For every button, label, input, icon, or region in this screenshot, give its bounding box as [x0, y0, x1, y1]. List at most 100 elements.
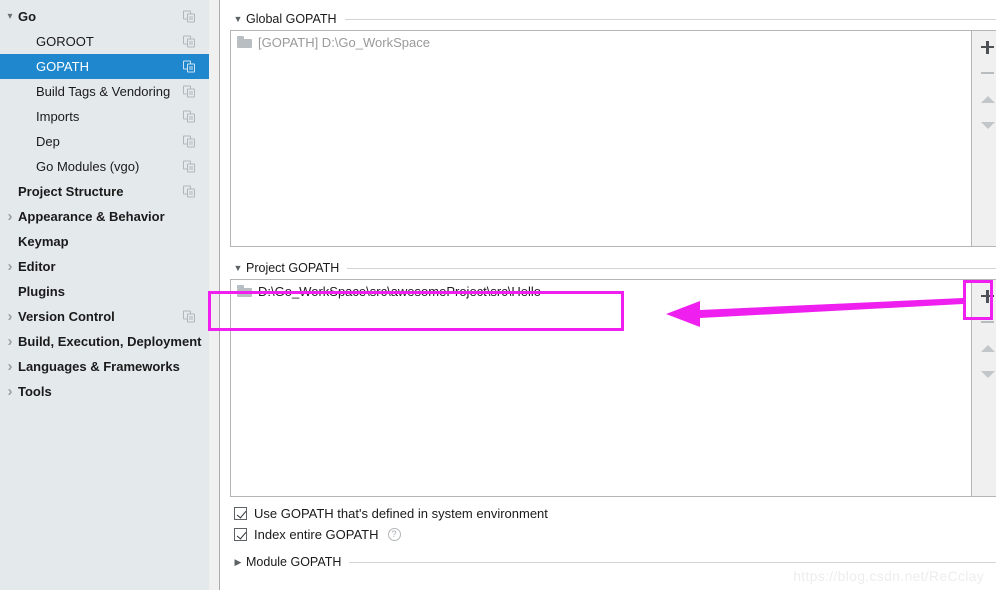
sidebar-item-languages-frameworks[interactable]: › Languages & Frameworks	[0, 354, 209, 379]
chevron-right-icon[interactable]: ›	[2, 384, 18, 399]
sidebar-item-version-control[interactable]: › Version Control	[0, 304, 209, 329]
global-move-down-button[interactable]	[974, 112, 996, 138]
gopath-entry-text: D:\Go_WorkSpace\src\awesomeProject\src\H…	[258, 283, 541, 299]
sidebar-item-gopath[interactable]: GOPATH	[0, 54, 209, 79]
copy-settings-icon[interactable]	[183, 85, 196, 98]
sidebar-item-label: Appearance & Behavior	[18, 209, 165, 224]
sidebar-item-editor[interactable]: › Editor	[0, 254, 209, 279]
sidebar-item-dep[interactable]: Dep	[0, 129, 209, 154]
section-rule	[347, 267, 996, 269]
gopath-entry-text: [GOPATH] D:\Go_WorkSpace	[258, 34, 430, 50]
project-gopath-list[interactable]: D:\Go_WorkSpace\src\awesomeProject\src\H…	[230, 279, 972, 497]
project-add-button[interactable]	[974, 283, 996, 309]
sidebar-content-divider	[209, 0, 220, 590]
project-gopath-section-header[interactable]: ▼ Project GOPATH	[230, 257, 996, 279]
list-item[interactable]: [GOPATH] D:\Go_WorkSpace	[231, 31, 971, 53]
help-icon[interactable]: ?	[387, 528, 401, 541]
sidebar-item-label: Plugins	[18, 284, 65, 299]
global-remove-button[interactable]	[974, 60, 996, 86]
copy-settings-icon[interactable]	[183, 310, 196, 323]
copy-settings-icon[interactable]	[183, 135, 196, 148]
settings-sidebar: ▾ Go GOROOT GOPATH Build Tags & Vendoring…	[0, 0, 209, 590]
copy-settings-icon[interactable]	[183, 10, 196, 23]
sidebar-item-appearance-behavior[interactable]: › Appearance & Behavior	[0, 204, 209, 229]
sidebar-item-project-structure[interactable]: Project Structure	[0, 179, 209, 204]
copy-settings-icon[interactable]	[183, 185, 196, 198]
sidebar-item-label: GOROOT	[36, 34, 94, 49]
sidebar-item-goroot[interactable]: GOROOT	[0, 29, 209, 54]
minus-icon	[981, 320, 994, 324]
project-gopath-title: Project GOPATH	[246, 261, 340, 275]
watermark: https://blog.csdn.net/ReCclay	[793, 568, 984, 584]
chevron-right-icon[interactable]: ›	[2, 334, 18, 349]
chevron-right-icon[interactable]: ▶	[230, 557, 246, 567]
copy-settings-icon[interactable]	[183, 60, 196, 73]
global-gopath-list-wrap: [GOPATH] D:\Go_WorkSpace	[230, 30, 996, 247]
sidebar-item-label: Version Control	[18, 309, 115, 324]
sidebar-item-label: Editor	[18, 259, 56, 274]
chevron-right-icon[interactable]: ›	[2, 209, 18, 224]
option-row[interactable]: Index entire GOPATH?	[234, 524, 996, 545]
module-gopath-title: Module GOPATH	[246, 555, 342, 569]
arrow-up-icon	[980, 95, 995, 103]
sidebar-item-label: Go	[18, 9, 37, 24]
global-gopath-section-header[interactable]: ▼ Global GOPATH	[230, 8, 996, 30]
checkbox[interactable]	[234, 528, 247, 541]
sidebar-item-build-tags-vendoring[interactable]: Build Tags & Vendoring	[0, 79, 209, 104]
chevron-down-icon[interactable]: ▼	[230, 263, 246, 273]
checkbox[interactable]	[234, 507, 247, 520]
project-remove-button[interactable]	[974, 309, 996, 335]
option-label: Use GOPATH that's defined in system envi…	[254, 506, 548, 521]
global-move-up-button[interactable]	[974, 86, 996, 112]
sidebar-item-label: Languages & Frameworks	[18, 359, 180, 374]
chevron-right-icon[interactable]: ›	[2, 359, 18, 374]
sidebar-item-label: Build Tags & Vendoring	[36, 84, 171, 99]
sidebar-item-label: Build, Execution, Deployment	[18, 334, 202, 349]
project-gopath-toolbar	[972, 279, 996, 497]
sidebar-item-go-modules-vgo[interactable]: Go Modules (vgo)	[0, 154, 209, 179]
global-gopath-list[interactable]: [GOPATH] D:\Go_WorkSpace	[230, 30, 972, 247]
copy-settings-icon[interactable]	[183, 35, 196, 48]
minus-icon	[981, 71, 994, 75]
gopath-settings-panel: ▼ Global GOPATH [GOPATH] D:\Go_WorkSpace	[220, 0, 996, 590]
chevron-right-icon[interactable]: ›	[2, 309, 18, 324]
global-gopath-toolbar	[972, 30, 996, 247]
project-gopath-list-wrap: D:\Go_WorkSpace\src\awesomeProject\src\H…	[230, 279, 996, 497]
project-move-down-button[interactable]	[974, 361, 996, 387]
sidebar-item-label: Dep	[36, 134, 60, 149]
sidebar-item-keymap[interactable]: Keymap	[0, 229, 209, 254]
global-add-button[interactable]	[974, 34, 996, 60]
arrow-down-icon	[980, 121, 995, 129]
sidebar-item-build-execution-deployment[interactable]: › Build, Execution, Deployment	[0, 329, 209, 354]
settings-dialog: ▾ Go GOROOT GOPATH Build Tags & Vendoring…	[0, 0, 996, 590]
list-item[interactable]: D:\Go_WorkSpace\src\awesomeProject\src\H…	[231, 280, 971, 302]
chevron-right-icon[interactable]: ›	[2, 259, 18, 274]
sidebar-item-label: Go Modules (vgo)	[36, 159, 140, 174]
chevron-down-icon[interactable]: ▾	[2, 11, 18, 22]
folder-icon	[237, 36, 252, 48]
sidebar-item-go[interactable]: ▾ Go	[0, 4, 209, 29]
chevron-down-icon[interactable]: ▼	[230, 14, 246, 24]
sidebar-item-label: Keymap	[18, 234, 69, 249]
copy-settings-icon[interactable]	[183, 110, 196, 123]
project-move-up-button[interactable]	[974, 335, 996, 361]
sidebar-item-label: Tools	[18, 384, 52, 399]
option-label: Index entire GOPATH	[254, 527, 379, 542]
copy-settings-icon[interactable]	[183, 160, 196, 173]
sidebar-item-plugins[interactable]: Plugins	[0, 279, 209, 304]
option-row[interactable]: Use GOPATH that's defined in system envi…	[234, 503, 996, 524]
sidebar-item-tools[interactable]: › Tools	[0, 379, 209, 404]
sidebar-item-label: GOPATH	[36, 59, 89, 74]
sidebar-item-imports[interactable]: Imports	[0, 104, 209, 129]
sidebar-item-label: Project Structure	[18, 184, 124, 199]
sidebar-item-label: Imports	[36, 109, 80, 124]
section-rule	[349, 561, 996, 563]
